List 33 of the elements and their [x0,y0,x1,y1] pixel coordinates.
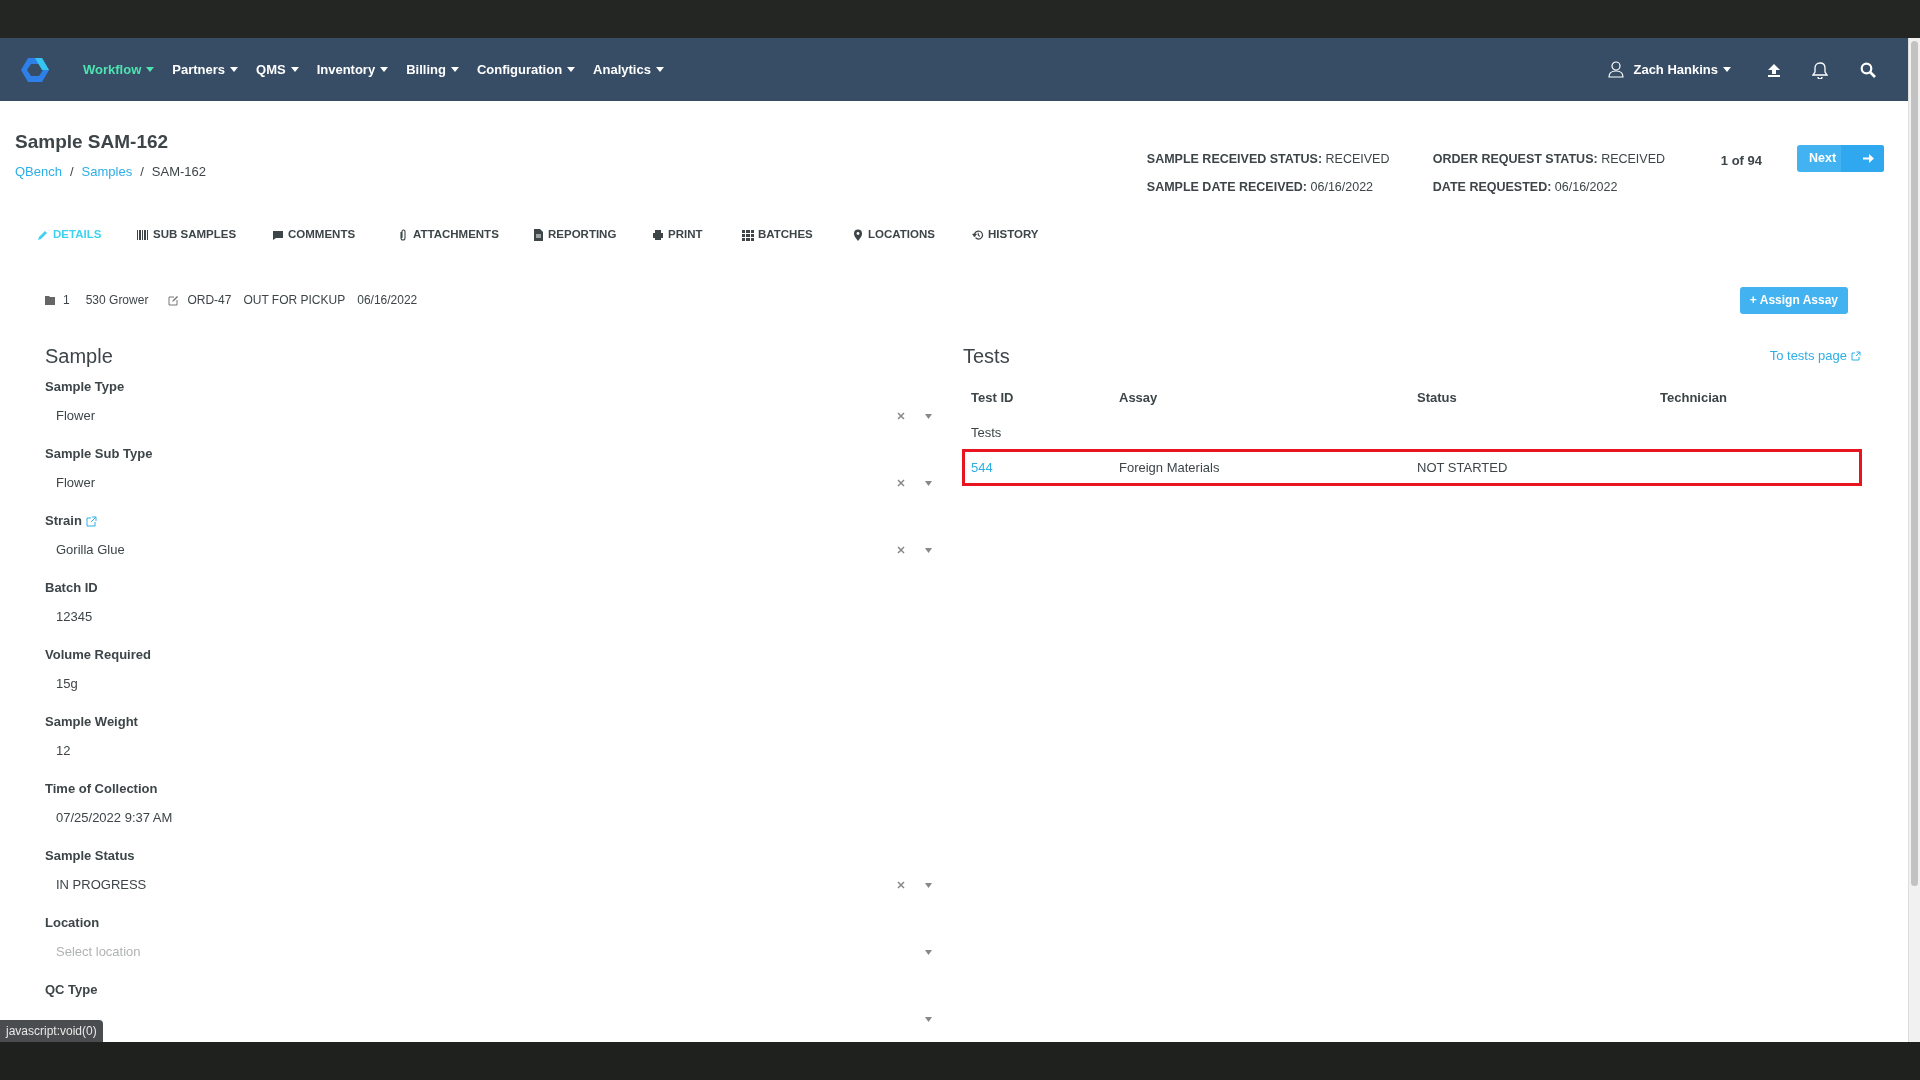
breadcrumb-current: SAM-162 [151,162,206,181]
field-label: Volume Required [45,646,151,664]
order-date: 06/16/2022 [357,292,418,309]
field-label: Batch ID [45,579,98,597]
field-label: Time of Collection [45,780,158,798]
status-info: SAMPLE DATE RECEIVED: 06/16/2022 [1146,179,1375,196]
order-status: OUT FOR PICKUP [243,292,346,309]
column-header: Test ID [970,388,1015,407]
status-info: SAMPLE RECEIVED STATUS: RECEIVED [1146,151,1391,168]
section-title: Sample [45,344,114,368]
field-label: Sample Weight [45,713,138,731]
field-label: Location [45,914,100,932]
pagination-count: 1 of 94 [1720,152,1762,170]
group-label: Tests [963,415,1861,450]
status-info: DATE REQUESTED: 06/16/2022 [1432,179,1619,196]
page-title: Sample SAM-162 [15,131,170,154]
status-info: ORDER REQUEST STATUS: RECEIVED [1432,151,1667,168]
column-header: Status [1416,388,1458,407]
field-label: Sample Type [45,378,125,396]
client-name: 530 Grower [85,292,149,309]
section-title: Tests [963,344,1010,368]
field-label: QC Type [45,981,98,999]
breadcrumb-separator: / [70,162,74,181]
field-label: Strain [45,512,82,530]
link-url-tooltip: javascript:void(0) [0,1020,103,1042]
table-cell: NOT STARTED [1417,459,1508,475]
field-label: Sample Status [45,847,135,865]
field-label: Sample Sub Type [45,445,153,463]
column-header: Assay [1118,388,1159,407]
breadcrumb-separator: / [140,162,144,181]
column-header: Technician [1659,388,1728,407]
sample-count: 1 [63,292,70,309]
table-cell: Foreign Materials [1119,459,1220,475]
